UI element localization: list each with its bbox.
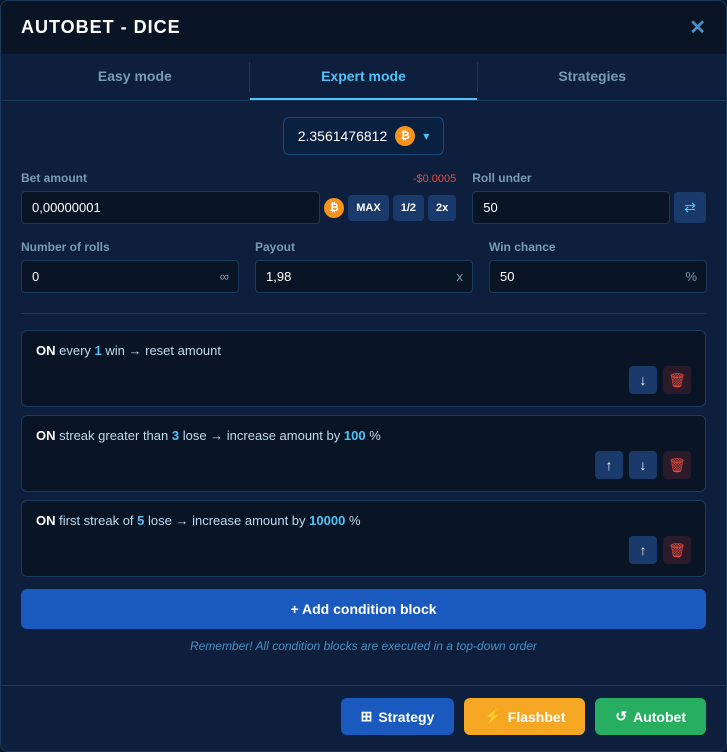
autobet-button[interactable]: ↺ Autobet xyxy=(595,698,706,735)
flashbet-icon: ⚡ xyxy=(484,708,501,725)
add-condition-button[interactable]: + Add condition block xyxy=(21,589,706,629)
cond3-actions: ↑ 🗑 xyxy=(36,536,691,564)
cond2-delete-button[interactable]: 🗑 xyxy=(663,451,691,479)
divider xyxy=(21,313,706,314)
roll-under-label: Roll under xyxy=(472,171,706,185)
strategy-button[interactable]: ⊞ Strategy xyxy=(341,698,455,735)
condition-text-3: ON first streak of 5 lose → increase amo… xyxy=(36,513,691,528)
cond1-num1: 1 xyxy=(95,343,102,358)
cond3-text3: % xyxy=(349,513,361,528)
cond2-down-button[interactable]: ↓ xyxy=(629,451,657,479)
main-content: 2.3561476812 ₿ ▾ Bet amount -$0.0005 ₿ M… xyxy=(1,101,726,685)
bet-amount-input-row: ₿ MAX 1/2 2x xyxy=(21,191,456,224)
rolls-input[interactable] xyxy=(21,260,239,293)
payout-label: Payout xyxy=(255,240,473,254)
payout-group: Payout x xyxy=(255,240,473,293)
cond3-delete-button[interactable]: 🗑 xyxy=(663,536,691,564)
cond3-kw: ON xyxy=(36,513,56,528)
autobet-icon: ↺ xyxy=(615,708,627,725)
balance-value: 2.3561476812 xyxy=(298,128,388,144)
bet-amount-group: Bet amount -$0.0005 ₿ MAX 1/2 2x xyxy=(21,171,456,224)
cond2-up-button[interactable]: ↑ xyxy=(595,451,623,479)
balance-selector[interactable]: 2.3561476812 ₿ ▾ xyxy=(283,117,445,155)
payout-input-wrapper: x xyxy=(255,260,473,293)
bet-amount-label: Bet amount xyxy=(21,171,87,185)
condition-text-2: ON streak greater than 3 lose → increase… xyxy=(36,428,691,443)
cond1-text2: win → reset amount xyxy=(105,343,221,358)
win-chance-input[interactable] xyxy=(489,260,707,293)
cond2-text3: % xyxy=(369,428,381,443)
chevron-down-icon: ▾ xyxy=(423,129,429,143)
cond2-actions: ↑ ↓ 🗑 xyxy=(36,451,691,479)
cond1-down-button[interactable]: ↓ xyxy=(629,366,657,394)
win-chance-group: Win chance % xyxy=(489,240,707,293)
bet-amount-label-row: Bet amount -$0.0005 xyxy=(21,171,456,185)
payout-input[interactable] xyxy=(255,260,473,293)
cond1-text1: every xyxy=(59,343,94,358)
fields-row-2: Number of rolls ∞ Payout x Win chance % xyxy=(21,240,706,293)
condition-block-3: ON first streak of 5 lose → increase amo… xyxy=(21,500,706,577)
cond2-kw: ON xyxy=(36,428,56,443)
cond3-text1: first streak of xyxy=(59,513,137,528)
flashbet-label: Flashbet xyxy=(508,709,566,725)
rolls-group: Number of rolls ∞ xyxy=(21,240,239,293)
tab-strategies[interactable]: Strategies xyxy=(478,54,706,100)
bet-amount-sublabel: -$0.0005 xyxy=(413,173,456,185)
cond2-text2: lose → increase amount by xyxy=(183,428,344,443)
strategy-icon: ⊞ xyxy=(361,708,373,725)
rolls-input-wrapper: ∞ xyxy=(21,260,239,293)
tab-expert[interactable]: Expert mode xyxy=(250,54,478,100)
condition-block-1: ON every 1 win → reset amount ↓ 🗑 xyxy=(21,330,706,407)
cond1-delete-button[interactable]: 🗑 xyxy=(663,366,691,394)
cond1-kw: ON xyxy=(36,343,56,358)
close-button[interactable]: ✕ xyxy=(689,15,706,40)
roll-under-group: Roll under ⇄ xyxy=(472,171,706,224)
win-chance-input-wrapper: % xyxy=(489,260,707,293)
bet-btc-icon: ₿ xyxy=(324,198,344,218)
tab-easy[interactable]: Easy mode xyxy=(21,54,249,100)
conditions-area: ON every 1 win → reset amount ↓ 🗑 ON str… xyxy=(21,330,706,577)
cond2-num1: 3 xyxy=(172,428,179,443)
btc-icon: ₿ xyxy=(395,126,415,146)
modal-header: AUTOBET - DICE ✕ xyxy=(1,1,726,54)
cond3-text2: lose → increase amount by xyxy=(148,513,309,528)
cond3-up-button[interactable]: ↑ xyxy=(629,536,657,564)
win-chance-label: Win chance xyxy=(489,240,707,254)
roll-under-input[interactable] xyxy=(472,191,670,224)
fields-row-1: Bet amount -$0.0005 ₿ MAX 1/2 2x Roll un… xyxy=(21,171,706,224)
double-button[interactable]: 2x xyxy=(428,195,456,221)
tabs-bar: Easy mode Expert mode Strategies xyxy=(1,54,726,101)
modal-title: AUTOBET - DICE xyxy=(21,17,181,38)
cond3-num1: 5 xyxy=(137,513,144,528)
flashbet-button[interactable]: ⚡ Flashbet xyxy=(464,698,585,735)
autobet-label: Autobet xyxy=(633,709,686,725)
reminder-text: Remember! All condition blocks are execu… xyxy=(21,639,706,653)
balance-row: 2.3561476812 ₿ ▾ xyxy=(21,117,706,155)
rolls-label: Number of rolls xyxy=(21,240,239,254)
cond1-actions: ↓ 🗑 xyxy=(36,366,691,394)
max-button[interactable]: MAX xyxy=(348,195,388,221)
autobet-dice-modal: AUTOBET - DICE ✕ Easy mode Expert mode S… xyxy=(0,0,727,752)
strategy-label: Strategy xyxy=(378,709,434,725)
cond3-num2: 10000 xyxy=(309,513,345,528)
cond2-text1: streak greater than xyxy=(59,428,172,443)
cond2-num2: 100 xyxy=(344,428,366,443)
condition-block-2: ON streak greater than 3 lose → increase… xyxy=(21,415,706,492)
roll-under-input-row: ⇄ xyxy=(472,191,706,224)
condition-text-1: ON every 1 win → reset amount xyxy=(36,343,691,358)
swap-button[interactable]: ⇄ xyxy=(674,192,706,223)
footer: ⊞ Strategy ⚡ Flashbet ↺ Autobet xyxy=(1,685,726,751)
half-button[interactable]: 1/2 xyxy=(393,195,424,221)
bet-amount-input[interactable] xyxy=(21,191,320,224)
